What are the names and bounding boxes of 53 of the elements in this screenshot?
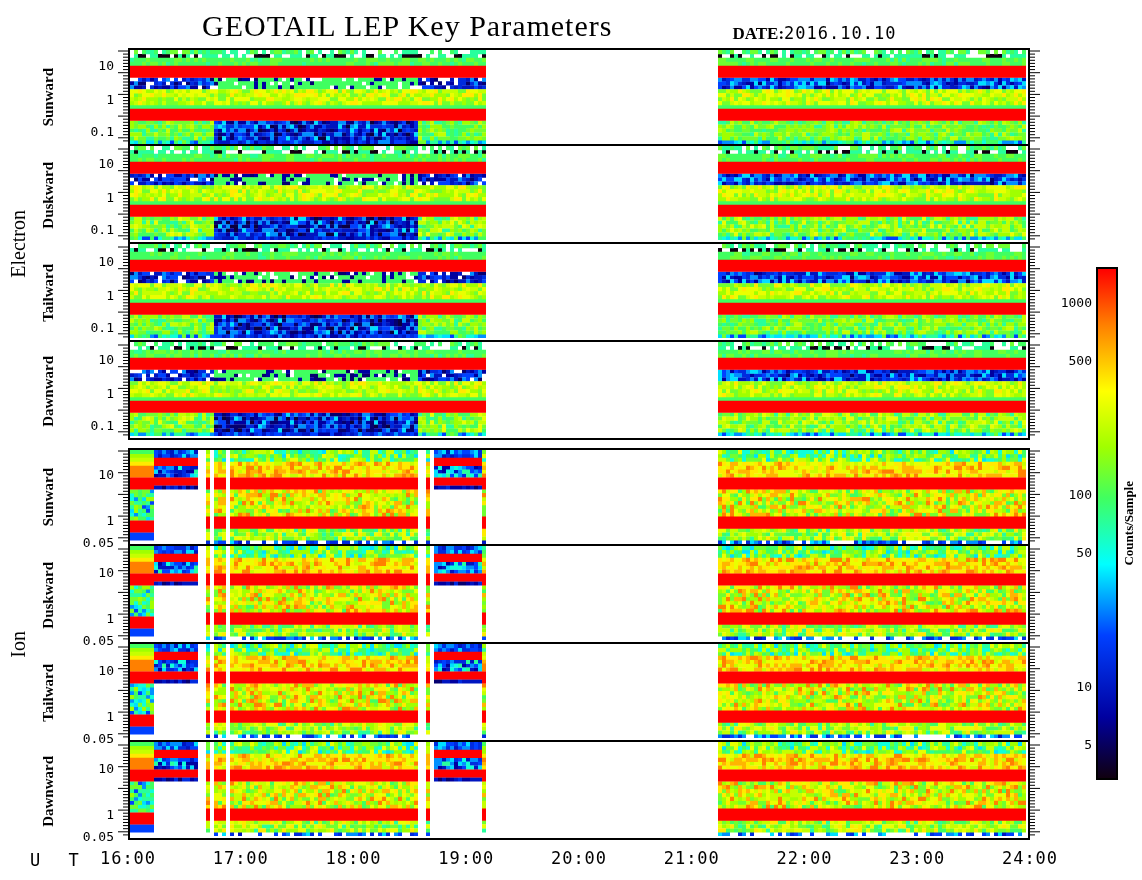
axis-tick-label: 0.1 bbox=[90, 223, 114, 237]
time-tick-label: 21:00 bbox=[663, 848, 720, 868]
time-tick-label: 19:00 bbox=[438, 848, 495, 868]
colorbar-tick-label: 5 bbox=[1084, 736, 1092, 752]
axis-tick-label: 10 bbox=[98, 762, 114, 776]
axis-tick-label: 10 bbox=[98, 468, 114, 482]
time-tick-label: 17:00 bbox=[212, 848, 269, 868]
panel-label: Sunward bbox=[39, 467, 57, 527]
axis-tick-label: 10 bbox=[98, 59, 114, 73]
panel-label: Sunward bbox=[39, 67, 57, 127]
time-tick-label: 23:00 bbox=[889, 848, 946, 868]
axis-tick-label: 10 bbox=[98, 255, 114, 269]
time-tick-label: 20:00 bbox=[550, 848, 608, 868]
chart-title: GEOTAIL LEP Key Parameters bbox=[202, 8, 613, 44]
axis-tick-label: 1 bbox=[106, 514, 114, 528]
axis-tick-label: 0.1 bbox=[90, 419, 114, 433]
axis-tick-label: 10 bbox=[98, 353, 114, 367]
axis-tick-label: 0.1 bbox=[90, 321, 114, 335]
time-tick-label: 16:00 bbox=[99, 848, 157, 868]
axis-tick-label: 1 bbox=[106, 387, 114, 401]
date-value: 2016.10.10 bbox=[784, 23, 897, 43]
time-tick-label: 24:00 bbox=[1001, 848, 1059, 868]
axis-tick-label: 0.05 bbox=[82, 732, 114, 746]
axis-tick-label: 1 bbox=[106, 710, 114, 724]
colorbar-tick-label: 50 bbox=[1076, 544, 1092, 560]
panel-label: Duskward bbox=[39, 561, 57, 629]
time-tick-label: 18:00 bbox=[325, 848, 382, 868]
axis-tick-label: 10 bbox=[98, 664, 114, 678]
axis-tick-label: 0.05 bbox=[82, 830, 114, 844]
axis-tick-label: 0.05 bbox=[82, 536, 114, 550]
colorbar-tick-label: 100 bbox=[1068, 486, 1092, 502]
axis-tick-label: 1 bbox=[106, 191, 114, 205]
axis-tick-label: 1 bbox=[106, 93, 114, 107]
axis-tick-label: 0.05 bbox=[82, 634, 114, 648]
group-label: Ion bbox=[6, 630, 30, 658]
axis-tick-label: 0.1 bbox=[90, 125, 114, 139]
axis-tick-label: 1 bbox=[106, 612, 114, 626]
time-tick-label: 22:00 bbox=[776, 848, 833, 868]
panel-label: Duskward bbox=[39, 161, 57, 229]
panel-label: Dawnward bbox=[39, 355, 57, 427]
colorbar-tick-label: 10 bbox=[1076, 678, 1092, 694]
axis-tick-label: 10 bbox=[98, 566, 114, 580]
group-label: Electron bbox=[6, 210, 30, 278]
axis-tick-label: 1 bbox=[106, 808, 114, 822]
panel-label: Dawnward bbox=[39, 755, 57, 827]
colorbar-tick-label: 1000 bbox=[1060, 294, 1092, 310]
date-label: DATE: bbox=[732, 24, 785, 44]
axis-tick-label: 10 bbox=[98, 157, 114, 171]
panel-label: Tailward bbox=[39, 664, 57, 722]
colorbar-tick-label: 500 bbox=[1068, 352, 1092, 368]
colorbar-label: Counts/Sample bbox=[1121, 481, 1137, 566]
axis-tick-label: 1 bbox=[106, 289, 114, 303]
panel-label: Tailward bbox=[39, 264, 57, 322]
